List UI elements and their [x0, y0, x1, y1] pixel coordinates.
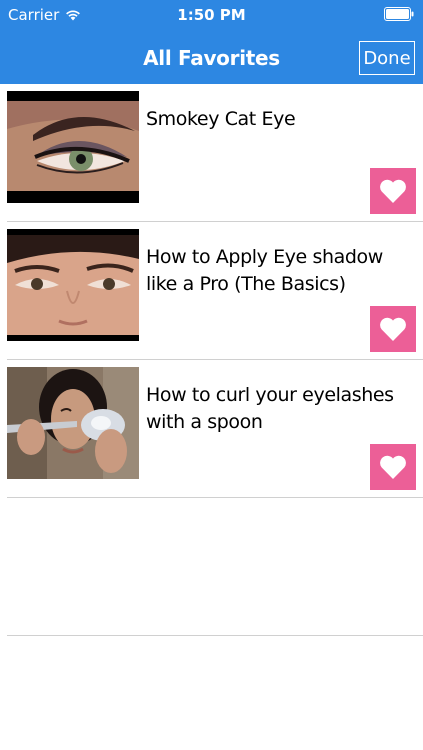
done-button[interactable]: Done: [359, 41, 415, 75]
heart-icon: [380, 317, 406, 341]
battery-icon: [384, 7, 414, 21]
empty-row: [0, 498, 423, 636]
heart-icon: [380, 179, 406, 203]
favorites-list: Smokey Cat Eye How to Apply Eye shadow l…: [0, 84, 423, 636]
video-thumbnail[interactable]: [7, 229, 139, 341]
favorite-title: Smokey Cat Eye: [146, 108, 296, 130]
status-bar: Carrier 1:50 PM: [0, 0, 423, 30]
unfavorite-button[interactable]: [370, 306, 416, 352]
status-time: 1:50 PM: [177, 6, 246, 24]
favorite-row[interactable]: Smokey Cat Eye: [0, 84, 423, 222]
navigation-bar: Carrier 1:50 PM All Favorites Done: [0, 0, 423, 84]
favorites-screen: Carrier 1:50 PM All Favorites Done Smoke…: [0, 0, 423, 750]
favorite-row[interactable]: How to Apply Eye shadow like a Pro (The …: [0, 222, 423, 360]
row-divider: [7, 635, 423, 636]
favorite-row[interactable]: How to curl your eyelashes with a spoon: [0, 360, 423, 498]
heart-icon: [380, 455, 406, 479]
unfavorite-button[interactable]: [370, 168, 416, 214]
video-thumbnail[interactable]: [7, 367, 139, 479]
favorite-title: How to Apply Eye shadow like a Pro (The …: [146, 246, 383, 295]
favorite-title: How to curl your eyelashes with a spoon: [146, 384, 394, 433]
unfavorite-button[interactable]: [370, 444, 416, 490]
video-thumbnail[interactable]: [7, 91, 139, 203]
